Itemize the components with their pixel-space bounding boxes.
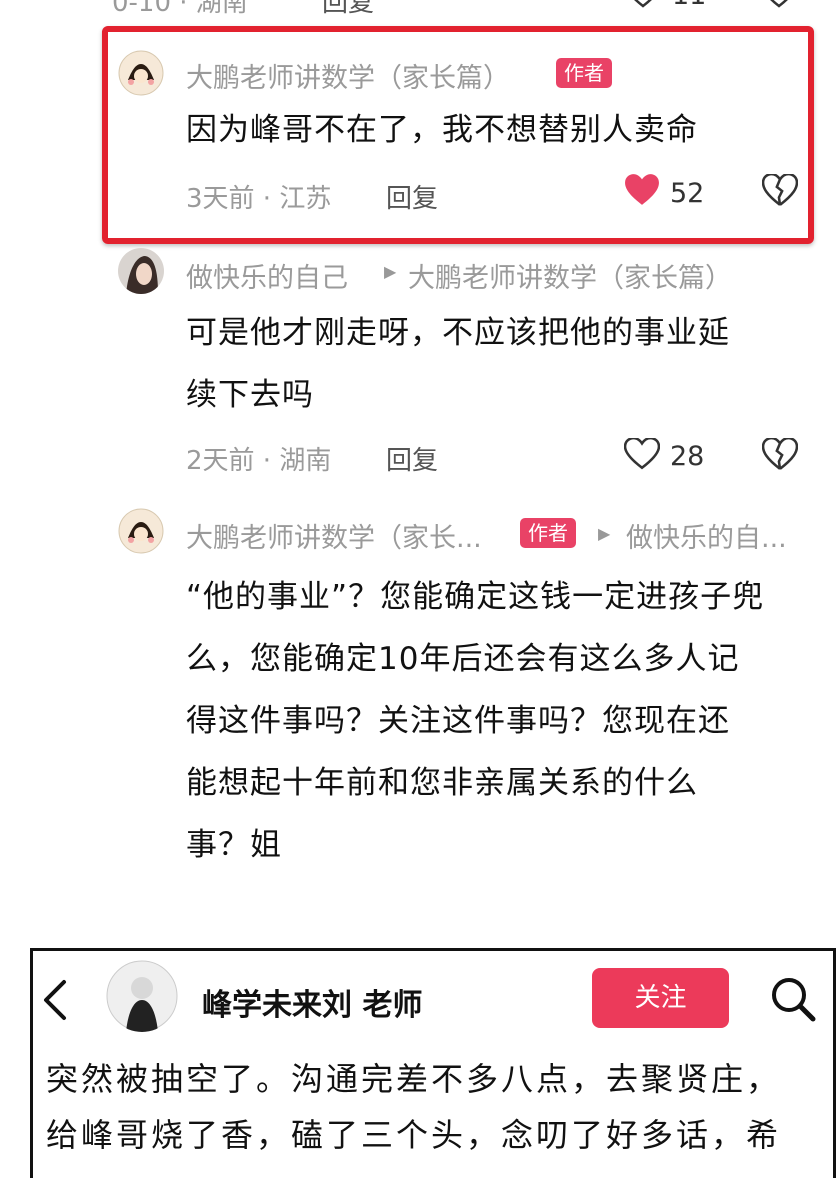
dislike-icon[interactable] [761,436,799,474]
comment-text-line: 可是他才刚走呀，不应该把他的事业延 [186,315,730,351]
back-chevron-icon[interactable] [40,978,70,1026]
top-cut-dislike-icon[interactable] [762,0,796,12]
comment-author[interactable]: 大鹏老师讲数学（家长... [186,516,482,555]
avatar[interactable] [118,508,164,554]
avatar[interactable] [106,960,178,1032]
comment-text-line: 得这件事吗？关注这件事吗？您现在还 [186,703,730,739]
comment-text-line: 能想起十年前和您非亲属关系的什么 [186,765,698,801]
top-cut-heart-icon[interactable] [626,0,660,12]
top-cut-like-count: 11 [672,0,706,11]
comment-author[interactable]: 做快乐的自己 [186,256,348,295]
dislike-icon[interactable] [761,172,799,210]
post-text-line: 突然被抽空了。沟通完差不多八点，去聚贤庄， [46,1060,782,1098]
like-heart-icon[interactable] [623,436,661,474]
comment-author[interactable]: 大鹏老师讲数学（家长篇） [186,56,510,95]
comment-meta: 3天前 · 江苏 [186,184,332,214]
reply-to-name[interactable]: 做快乐的自... [626,516,787,555]
like-heart-icon[interactable] [624,174,660,210]
author-badge: 作者 [520,518,576,548]
comment-text-line: 么，您能确定10年后还会有这么多人记 [186,641,740,677]
reply-button[interactable]: 回复 [386,440,438,477]
like-count: 52 [670,178,705,209]
like-count: 28 [670,441,705,472]
search-icon[interactable] [768,974,818,1028]
comment-text-line: 事？姐 [186,827,282,863]
top-cut-reply[interactable]: 回复 [322,0,374,19]
comment-meta: 2天前 · 湖南 [186,446,332,476]
avatar[interactable] [118,248,164,294]
reply-button[interactable]: 回复 [386,178,438,215]
comment-text-line: 续下去吗 [186,377,314,413]
follow-button[interactable]: 关注 [592,968,729,1028]
author-badge: 作者 [556,58,612,88]
reply-arrow-icon: ▶ [598,524,611,543]
avatar[interactable] [118,50,164,96]
reply-to-name[interactable]: 大鹏老师讲数学（家长篇） [408,256,732,295]
top-cut-meta: 0-10 · 湖南 [112,0,248,18]
post-text-line: 给峰哥烧了香，磕了三个头，念叨了好多话，希 [46,1116,782,1154]
comment-text: 因为峰哥不在了，我不想替别人卖命 [186,112,698,148]
reply-arrow-icon: ▶ [384,262,397,281]
profile-name[interactable]: 峰学未来刘 老师 [202,980,422,1024]
comment-text-line: “他的事业”？您能确定这钱一定进孩子兜 [186,579,765,615]
